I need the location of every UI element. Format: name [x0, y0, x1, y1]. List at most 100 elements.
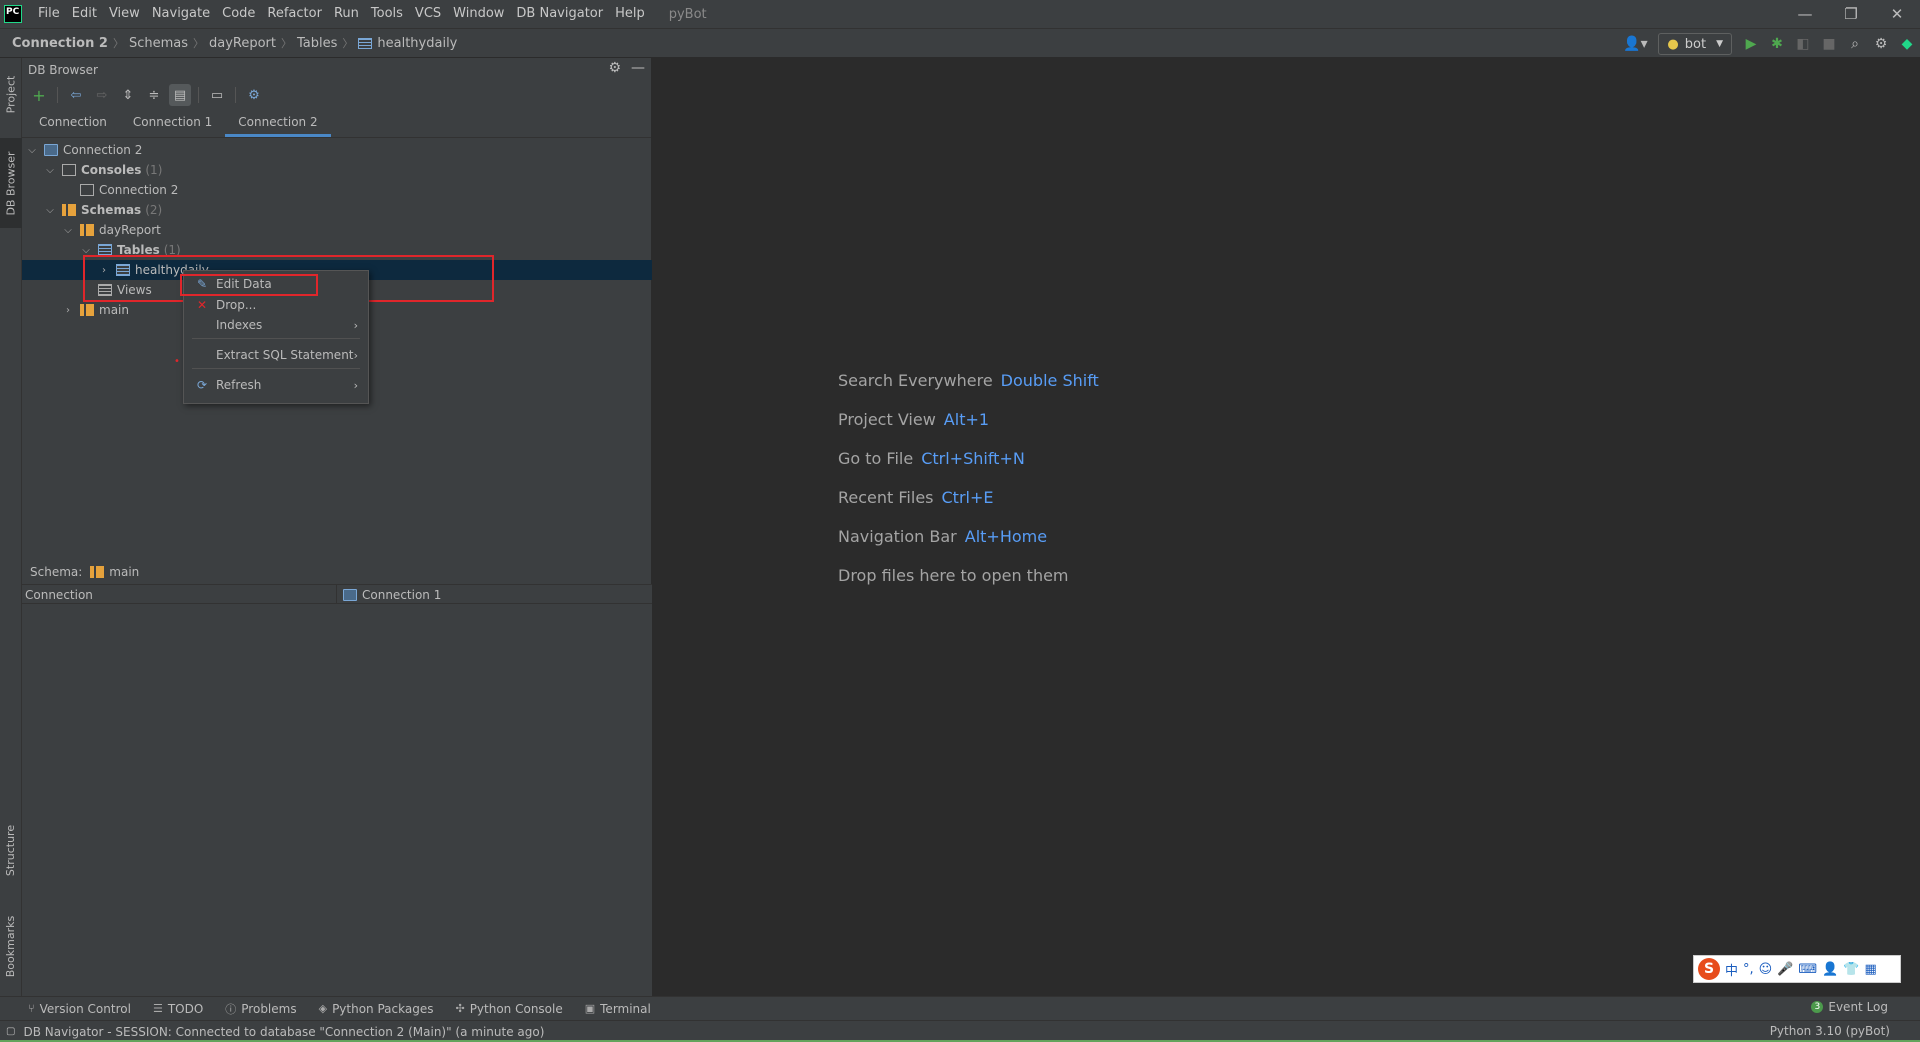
tree-node-dayreport[interactable]: ⌵ dayReport	[62, 220, 161, 240]
breadcrumb-schemas-label: Schemas	[128, 35, 188, 51]
chevron-down-icon[interactable]: ⌵	[44, 205, 56, 216]
schema-selector-value: main	[109, 565, 140, 579]
chevron-down-icon[interactable]: ⌵	[80, 245, 92, 256]
menu-file[interactable]: File	[32, 0, 66, 28]
tree-node-label: Connection 2	[99, 183, 179, 197]
chevron-down-icon[interactable]: ⌵	[62, 225, 74, 236]
user-account-icon[interactable]: 👤▾	[1618, 31, 1652, 57]
search-icon[interactable]: ⌕	[1842, 31, 1868, 57]
chevron-down-icon[interactable]: ⌵	[44, 165, 56, 176]
tree-node-main[interactable]: › main	[62, 300, 129, 320]
skin-icon[interactable]: 👕	[1843, 962, 1859, 977]
menu-help[interactable]: Help	[609, 0, 651, 28]
forward-arrow-icon[interactable]: ⇨	[91, 84, 113, 106]
menu-navigate[interactable]: Navigate	[146, 0, 216, 28]
tool-tab-todo[interactable]: ☰ TODO	[153, 1002, 203, 1016]
branch-icon: ⑂	[28, 1002, 35, 1015]
menu-item-drop[interactable]: ✕ Drop...	[184, 295, 368, 315]
ime-toolbar: S 中 °, ☺ 🎤 ⌨ 👤 👕 ▦	[1693, 955, 1901, 983]
close-window-button[interactable]: ✕	[1874, 0, 1920, 28]
panel-title: DB Browser	[28, 63, 98, 77]
breadcrumb-schemas[interactable]: Schemas	[129, 36, 188, 51]
menu-item-extract-sql[interactable]: Extract SQL Statement ›	[184, 345, 368, 365]
keyboard-icon[interactable]: ⌨	[1798, 962, 1817, 977]
schema-selector[interactable]: Schema: main	[22, 560, 139, 584]
breadcrumb-connection[interactable]: Connection 2	[12, 36, 108, 51]
hint-shortcut: Ctrl+Shift+N	[921, 449, 1025, 468]
console-window-icon[interactable]: ▭	[206, 84, 228, 106]
status-message: DB Navigator - SESSION: Connected to dat…	[23, 1024, 545, 1039]
menu-tools[interactable]: Tools	[365, 0, 409, 28]
menu-edit[interactable]: Edit	[66, 0, 103, 28]
menu-view[interactable]: View	[103, 0, 146, 28]
menu-code[interactable]: Code	[216, 0, 261, 28]
status-toggle-icon[interactable]: ▢	[6, 1026, 15, 1037]
menu-item-refresh[interactable]: ⟳ Refresh ›	[184, 375, 368, 395]
collapse-all-icon[interactable]: ≑	[143, 84, 165, 106]
microphone-icon[interactable]: 🎤	[1777, 962, 1793, 977]
tool-tab-bookmarks[interactable]: Bookmarks	[0, 904, 22, 988]
tab-connection-2[interactable]: Connection 2	[225, 109, 331, 137]
tree-node-label: Consoles	[81, 163, 142, 177]
run-icon[interactable]: ▶	[1738, 31, 1764, 57]
menu-item-indexes[interactable]: Indexes ›	[184, 315, 368, 335]
tool-tab-terminal[interactable]: ▣ Terminal	[585, 1002, 651, 1016]
menu-window[interactable]: Window	[447, 0, 510, 28]
punctuation-icon[interactable]: °,	[1743, 962, 1754, 977]
nav-toolbar: 👤▾ ● bot ▼ ▶ ✱ ◧ ■ ⌕ ⚙ ◆	[1618, 29, 1920, 59]
tree-node-console-item[interactable]: Connection 2	[80, 180, 178, 200]
chevron-right-icon[interactable]: ›	[62, 305, 74, 316]
tool-tab-version-control[interactable]: ⑂ Version Control	[28, 1002, 131, 1016]
hide-panel-icon[interactable]: —	[631, 60, 645, 76]
menu-item-label: Drop...	[216, 298, 257, 312]
table-icon	[358, 37, 373, 49]
grid-column-header[interactable]: Connection 1	[337, 585, 652, 605]
gear-icon[interactable]: ⚙	[608, 60, 621, 76]
tool-tab-db-browser[interactable]: DB Browser	[0, 138, 22, 228]
event-log-button[interactable]: 3 Event Log	[1811, 1000, 1888, 1014]
hint-text: Search Everywhere	[838, 371, 993, 390]
expand-all-icon[interactable]: ⇕	[117, 84, 139, 106]
hint-text: Recent Files	[838, 488, 934, 507]
tree-node-consoles[interactable]: ⌵ Consoles (1)	[44, 160, 162, 180]
restore-button[interactable]: ❐	[1828, 0, 1874, 28]
coverage-icon[interactable]: ◧	[1790, 31, 1816, 57]
tool-tab-structure[interactable]: Structure	[0, 814, 22, 886]
menu-refactor[interactable]: Refactor	[261, 0, 328, 28]
user-icon[interactable]: 👤	[1822, 962, 1838, 977]
tool-tab-python-packages[interactable]: ◈ Python Packages	[319, 1002, 434, 1016]
menu-vcs[interactable]: VCS	[409, 0, 447, 28]
grid-column-header[interactable]: Connection	[22, 585, 337, 605]
python-interpreter-selector[interactable]: Python 3.10 (pyBot)	[1770, 1024, 1890, 1038]
tool-tab-project[interactable]: Project	[0, 62, 22, 126]
debug-icon[interactable]: ✱	[1764, 31, 1790, 57]
breadcrumb-dayreport[interactable]: dayReport	[209, 36, 276, 51]
breadcrumb-healthydaily[interactable]: healthydaily	[358, 36, 457, 51]
tree-node-connection[interactable]: ⌵ Connection 2	[26, 140, 142, 160]
breadcrumb-tables[interactable]: Tables	[297, 36, 337, 51]
db-browser-toolbar: + ⇦ ⇨ ⇕ ≑ ▤ ▭ ⚙	[22, 82, 651, 108]
add-connection-icon[interactable]: +	[28, 84, 50, 106]
tree-node-count: (1)	[145, 163, 163, 177]
db-settings-icon[interactable]: ⚙	[243, 84, 265, 106]
settings-gear-icon[interactable]: ⚙	[1868, 31, 1894, 57]
tool-tab-problems[interactable]: ⓘ Problems	[225, 1001, 296, 1017]
sogou-logo-icon[interactable]: S	[1698, 958, 1720, 980]
filter-icon[interactable]: ▤	[169, 84, 191, 106]
menu-run[interactable]: Run	[328, 0, 365, 28]
tab-connection[interactable]: Connection	[26, 109, 120, 137]
ime-language[interactable]: 中	[1725, 960, 1738, 979]
menu-db-navigator[interactable]: DB Navigator	[510, 0, 609, 28]
tab-connection-1[interactable]: Connection 1	[120, 109, 225, 137]
emoji-icon[interactable]: ☺	[1759, 962, 1773, 977]
run-configuration-selector[interactable]: ● bot ▼	[1658, 33, 1732, 55]
chevron-down-icon[interactable]: ⌵	[26, 145, 38, 156]
hint-search-everywhere: Search Everywhere Double Shift	[838, 371, 1099, 390]
stop-icon[interactable]: ■	[1816, 31, 1842, 57]
tree-node-schemas[interactable]: ⌵ Schemas (2)	[44, 200, 162, 220]
minimize-button[interactable]: —	[1782, 0, 1828, 28]
jetbrains-toolbox-icon[interactable]: ◆	[1894, 31, 1920, 57]
grid-menu-icon[interactable]: ▦	[1865, 962, 1877, 977]
tool-tab-python-console[interactable]: ✣ Python Console	[455, 1002, 562, 1016]
back-arrow-icon[interactable]: ⇦	[65, 84, 87, 106]
